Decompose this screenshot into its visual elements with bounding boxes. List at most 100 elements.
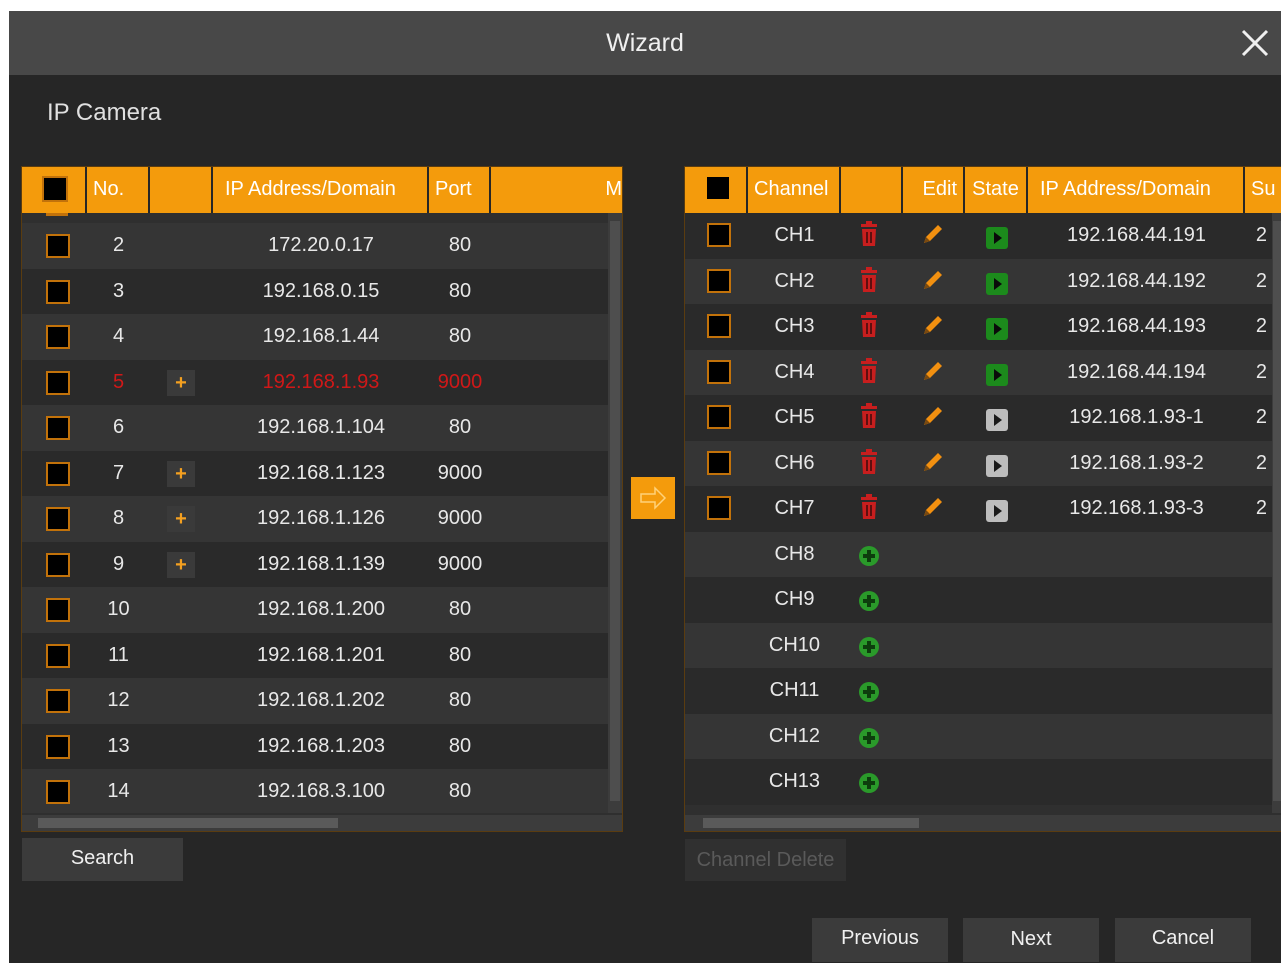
- row-checkbox[interactable]: [46, 325, 70, 349]
- row-checkbox[interactable]: [707, 359, 731, 384]
- table-row[interactable]: 3 192.168.0.15 80: [22, 268, 622, 314]
- cancel-button[interactable]: Cancel: [1115, 918, 1251, 962]
- play-icon: [986, 409, 1008, 436]
- table-row[interactable]: CH11: [685, 668, 1281, 714]
- trash-icon[interactable]: [857, 494, 881, 525]
- row-checkbox[interactable]: [707, 496, 731, 520]
- previous-button[interactable]: Previous: [812, 918, 948, 962]
- select-all-checkbox[interactable]: [42, 176, 68, 202]
- row-channel: CH2: [774, 269, 815, 292]
- next-button[interactable]: Next: [963, 918, 1099, 962]
- table-row[interactable]: CH1 192.168.44.191 2: [685, 213, 1281, 259]
- table-row[interactable]: 8 +192.168.1.126 9000: [22, 496, 622, 542]
- row-checkbox[interactable]: [46, 598, 70, 622]
- trash-icon[interactable]: [857, 448, 881, 480]
- row-channel: CH7: [774, 497, 815, 519]
- table-row[interactable]: CH4 192.168.44.194 2: [685, 349, 1281, 395]
- row-checkbox[interactable]: [46, 370, 70, 395]
- right-vertical-scrollbar[interactable]: [1272, 213, 1281, 813]
- scroll-thumb[interactable]: [703, 818, 919, 828]
- add-to-channel-button[interactable]: [631, 477, 675, 519]
- table-row[interactable]: 5 +192.168.1.93 9000: [22, 359, 622, 405]
- table-row[interactable]: CH10: [685, 622, 1281, 668]
- trash-icon[interactable]: [857, 221, 881, 252]
- row-checkbox[interactable]: [707, 450, 731, 475]
- row-sub: 2: [1255, 497, 1267, 519]
- trash-icon[interactable]: [857, 357, 881, 389]
- table-row[interactable]: 9 +192.168.1.139 9000: [22, 541, 622, 587]
- scroll-thumb[interactable]: [38, 818, 338, 828]
- add-circle-icon[interactable]: [858, 772, 880, 799]
- pencil-icon[interactable]: [920, 494, 946, 525]
- row-checkbox[interactable]: [46, 279, 70, 304]
- quick-add-button[interactable]: +: [167, 369, 195, 396]
- table-row[interactable]: 10 192.168.1.200 80: [22, 587, 622, 633]
- row-checkbox[interactable]: [46, 461, 70, 486]
- window-title: Wizard: [606, 29, 684, 57]
- row-no: 12: [107, 689, 130, 711]
- channel-delete-button[interactable]: Channel Delete: [685, 839, 846, 881]
- table-row[interactable]: CH3 192.168.44.193 2: [685, 304, 1281, 350]
- left-horizontal-scrollbar[interactable]: [22, 815, 622, 831]
- row-checkbox[interactable]: [46, 643, 70, 668]
- row-ip: 192.168.1.104: [257, 416, 385, 438]
- row-port: 9000: [437, 370, 483, 393]
- trash-icon[interactable]: [857, 403, 881, 434]
- row-checkbox[interactable]: [707, 268, 731, 293]
- search-button[interactable]: Search: [22, 838, 183, 881]
- trash-icon[interactable]: [857, 266, 881, 298]
- table-row[interactable]: 11 192.168.1.201 80: [22, 632, 622, 678]
- table-row[interactable]: 13 192.168.1.203 80: [22, 723, 622, 769]
- scroll-thumb[interactable]: [1273, 221, 1281, 801]
- quick-add-button[interactable]: +: [167, 460, 195, 487]
- table-row[interactable]: CH6 192.168.1.93-2 2: [685, 440, 1281, 486]
- pencil-icon[interactable]: [920, 267, 946, 298]
- row-checkbox[interactable]: [46, 234, 70, 258]
- pencil-icon[interactable]: [920, 403, 946, 434]
- quick-add-button[interactable]: +: [167, 551, 195, 578]
- row-checkbox[interactable]: [46, 689, 70, 713]
- row-checkbox[interactable]: [46, 416, 70, 440]
- left-vertical-scrollbar[interactable]: [608, 213, 622, 813]
- table-row[interactable]: 6 192.168.1.104 80: [22, 405, 622, 451]
- add-circle-icon[interactable]: [858, 681, 880, 708]
- row-checkbox[interactable]: [707, 223, 731, 247]
- table-row[interactable]: 4 192.168.1.44 80: [22, 314, 622, 360]
- table-row[interactable]: 7 +192.168.1.123 9000: [22, 450, 622, 496]
- row-checkbox[interactable]: [46, 507, 70, 531]
- table-row[interactable]: CH13: [685, 759, 1281, 805]
- add-circle-icon[interactable]: [858, 590, 880, 617]
- table-row[interactable]: CH9: [685, 577, 1281, 623]
- row-ip: 192.168.1.44: [262, 325, 380, 347]
- pencil-icon[interactable]: [920, 449, 946, 480]
- pencil-icon[interactable]: [920, 358, 946, 389]
- scroll-thumb[interactable]: [610, 221, 620, 801]
- row-checkbox[interactable]: [707, 314, 731, 338]
- table-row[interactable]: CH7 192.168.1.93-3 2: [685, 486, 1281, 532]
- trash-icon[interactable]: [857, 312, 881, 343]
- table-row[interactable]: 14 192.168.3.100 80: [22, 769, 622, 813]
- close-icon[interactable]: [1239, 27, 1271, 59]
- table-row[interactable]: CH2 192.168.44.192 2: [685, 258, 1281, 304]
- add-circle-icon[interactable]: [858, 727, 880, 754]
- select-all-checkbox[interactable]: [707, 177, 729, 199]
- table-row[interactable]: 12 192.168.1.202 80: [22, 678, 622, 724]
- right-horizontal-scrollbar[interactable]: [685, 815, 1281, 831]
- row-checkbox[interactable]: [46, 780, 70, 804]
- pencil-icon[interactable]: [920, 312, 946, 343]
- add-circle-icon[interactable]: [858, 545, 880, 572]
- add-circle-icon[interactable]: [858, 636, 880, 663]
- pencil-icon[interactable]: [920, 221, 946, 252]
- row-channel: CH3: [774, 315, 815, 337]
- table-row[interactable]: CH5 192.168.1.93-1 2: [685, 395, 1281, 441]
- table-row[interactable]: 2 172.20.0.17 80: [22, 223, 622, 269]
- quick-add-button[interactable]: +: [167, 506, 195, 532]
- row-checkbox[interactable]: [707, 405, 731, 429]
- table-row[interactable]: CH12: [685, 713, 1281, 759]
- row-port: 80: [448, 234, 472, 256]
- row-ip: 192.168.1.93-3: [1069, 497, 1204, 519]
- row-checkbox[interactable]: [46, 552, 70, 577]
- table-row[interactable]: CH8: [685, 531, 1281, 577]
- row-checkbox[interactable]: [46, 734, 70, 759]
- table-header: Channel Edit State IP Address/Domain Su: [685, 167, 1281, 213]
